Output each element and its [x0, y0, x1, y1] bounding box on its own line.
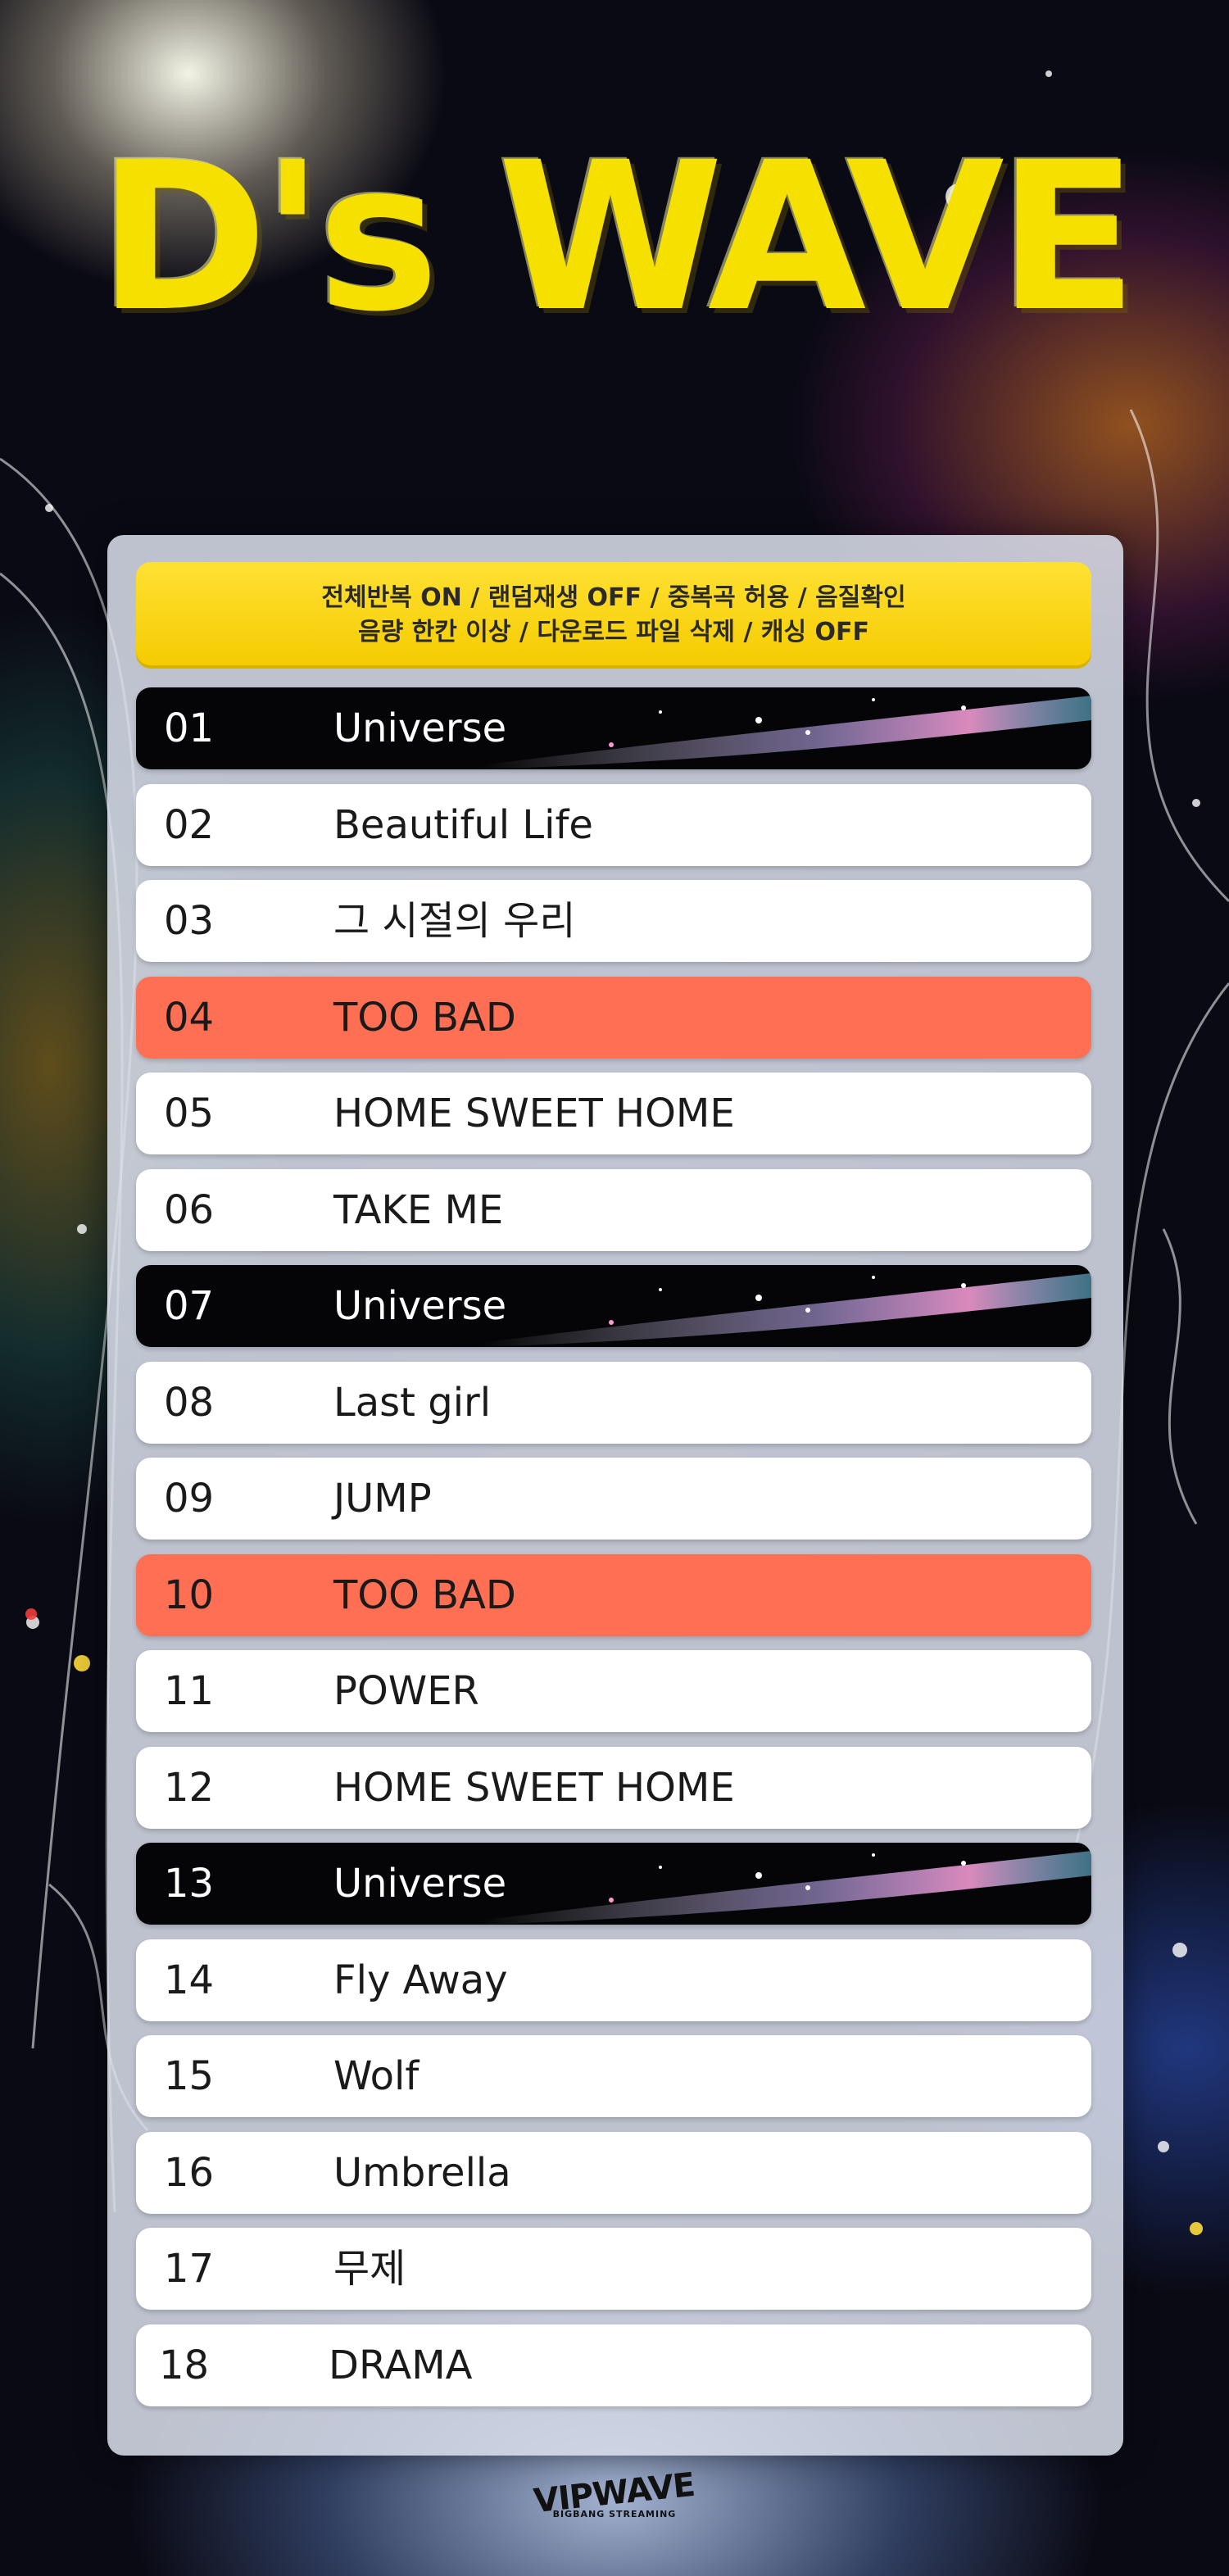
track-number: 11 — [164, 1668, 215, 1714]
track-row[interactable]: 06 TAKE ME — [136, 1169, 1091, 1251]
track-row[interactable]: 14 Fly Away — [136, 1939, 1091, 2021]
track-number: 10 — [164, 1572, 215, 1618]
track-title: 그 시절의 우리 — [333, 898, 576, 944]
track-number: 05 — [164, 1091, 215, 1136]
track-row[interactable]: 02 Beautiful Life — [136, 784, 1091, 866]
track-title: Last girl — [333, 1380, 492, 1426]
galaxy-streak — [480, 696, 1091, 769]
track-row[interactable]: 10 TOO BAD — [136, 1554, 1091, 1636]
track-row[interactable]: 01 Universe — [136, 687, 1091, 769]
track-title: DRAMA — [329, 2342, 473, 2388]
galaxy-streak — [480, 1273, 1091, 1347]
vipwave-logo: VIPWAVE BIGBANG STREAMING — [533, 2466, 697, 2540]
track-row[interactable]: 09 JUMP — [136, 1458, 1091, 1540]
track-number: 03 — [164, 898, 215, 944]
track-title: TAKE ME — [333, 1187, 504, 1233]
track-number: 09 — [164, 1476, 215, 1522]
track-title: POWER — [333, 1668, 479, 1714]
track-title: Universe — [333, 1283, 507, 1329]
track-title: Beautiful Life — [333, 802, 593, 848]
track-number: 01 — [164, 705, 215, 751]
galaxy-streak — [480, 1851, 1091, 1925]
track-number: 02 — [164, 802, 215, 848]
track-title: Fly Away — [333, 1957, 508, 2003]
track-title: 무제 — [333, 2246, 406, 2292]
track-number: 15 — [164, 2053, 215, 2099]
track-row[interactable]: 17 무제 — [136, 2228, 1091, 2310]
track-title: TOO BAD — [333, 1572, 516, 1618]
track-title: TOO BAD — [333, 995, 516, 1041]
track-number: 16 — [164, 2150, 215, 2196]
track-title: HOME SWEET HOME — [333, 1765, 735, 1811]
track-row[interactable]: 08 Last girl — [136, 1362, 1091, 1444]
track-number: 17 — [164, 2246, 215, 2292]
page-title: D's WAVE — [98, 118, 1137, 356]
track-title: HOME SWEET HOME — [333, 1091, 735, 1136]
track-number: 08 — [164, 1380, 215, 1426]
track-row[interactable]: 18 DRAMA — [136, 2324, 1091, 2406]
track-title: Universe — [333, 1861, 507, 1907]
track-number: 18 — [159, 2342, 210, 2388]
track-number: 04 — [164, 995, 215, 1041]
track-row[interactable]: 15 Wolf — [136, 2035, 1091, 2117]
notice-line-1: 전체반복 ON / 랜덤재생 OFF / 중복곡 허용 / 음질확인 — [321, 583, 906, 612]
track-title: Umbrella — [333, 2150, 511, 2196]
track-number: 14 — [164, 1957, 215, 2003]
streaming-settings-notice: 전체반복 ON / 랜덤재생 OFF / 중복곡 허용 / 음질확인 음량 한칸… — [136, 562, 1091, 669]
track-number: 07 — [164, 1283, 215, 1329]
track-row[interactable]: 12 HOME SWEET HOME — [136, 1747, 1091, 1829]
track-row[interactable]: 16 Umbrella — [136, 2132, 1091, 2214]
track-title: Wolf — [333, 2053, 419, 2099]
track-row[interactable]: 04 TOO BAD — [136, 977, 1091, 1059]
track-row[interactable]: 03 그 시절의 우리 — [136, 880, 1091, 962]
track-number: 13 — [164, 1861, 215, 1907]
notice-line-2: 음량 한칸 이상 / 다운로드 파일 삭제 / 캐싱 OFF — [357, 618, 869, 646]
track-number: 06 — [164, 1187, 215, 1233]
track-row[interactable]: 07 Universe — [136, 1265, 1091, 1347]
track-title: JUMP — [333, 1476, 432, 1522]
track-row[interactable]: 13 Universe — [136, 1843, 1091, 1925]
track-row[interactable]: 11 POWER — [136, 1650, 1091, 1732]
track-row[interactable]: 05 HOME SWEET HOME — [136, 1073, 1091, 1154]
track-number: 12 — [164, 1765, 215, 1811]
track-title: Universe — [333, 705, 507, 751]
